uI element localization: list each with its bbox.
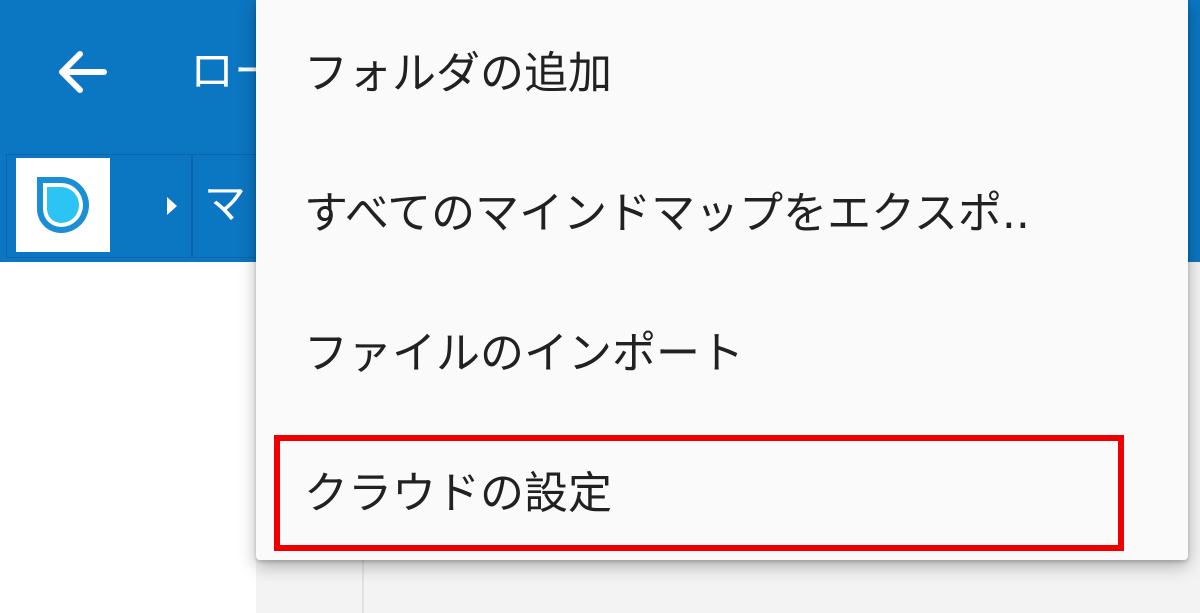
menu-item-label: クラウドの設定	[304, 468, 612, 519]
menu-item-import-file[interactable]: ファイルのインポート	[256, 284, 1188, 424]
arrow-left-icon	[59, 51, 107, 93]
menu-item-cloud-settings[interactable]: クラウドの設定	[256, 424, 1188, 564]
menu-item-label: フォルダの追加	[304, 48, 612, 99]
app-logo-icon	[37, 177, 89, 233]
divider	[362, 560, 364, 613]
overflow-menu: フォルダの追加 すべてのマインドマップをエクスポ.. ファイルのインポート クラ…	[256, 0, 1188, 560]
breadcrumb-separator	[160, 192, 184, 220]
content-panel-left	[0, 262, 256, 613]
triangle-right-icon	[167, 197, 177, 215]
menu-item-label: ファイルのインポート	[304, 328, 744, 379]
menu-item-add-folder[interactable]: フォルダの追加	[256, 4, 1188, 144]
breadcrumb-item-label: マ	[204, 179, 247, 228]
menu-item-label: すべてのマインドマップをエクスポ..	[304, 188, 1030, 239]
menu-item-export-all[interactable]: すべてのマインドマップをエクスポ..	[256, 144, 1188, 284]
app-screen: ロー マ フォルダの追加 すべてのマインドマップをエクスポ.. ファイルのインポ…	[0, 0, 1200, 613]
breadcrumb-root[interactable]	[16, 158, 110, 252]
back-button[interactable]	[50, 40, 114, 104]
